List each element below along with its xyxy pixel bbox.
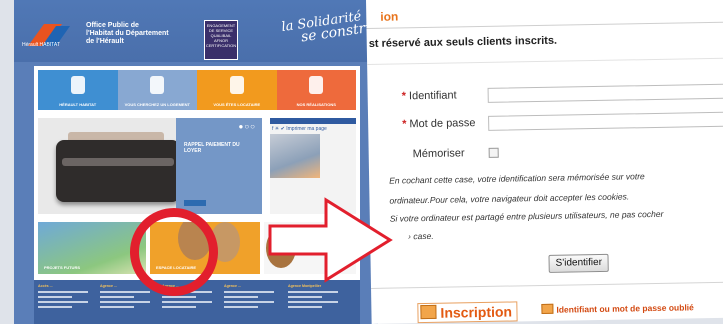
carousel-dots[interactable]: ●○○ bbox=[239, 122, 257, 131]
panel-title: ion bbox=[380, 9, 399, 24]
side-text bbox=[322, 136, 354, 176]
nav-item-locataire[interactable]: VOUS ÊTES LOCATAIRE bbox=[197, 70, 277, 110]
key-icon bbox=[229, 76, 244, 94]
promo-button[interactable] bbox=[184, 200, 206, 206]
register-icon bbox=[420, 304, 437, 320]
logo-text: Hérault HABITAT bbox=[22, 42, 60, 48]
arrow-right-icon bbox=[268, 197, 393, 283]
nav-label: VOUS CHERCHEZ UN LOGEMENT bbox=[124, 102, 190, 107]
nav-item-logement[interactable]: VOUS CHERCHEZ UN LOGEMENT bbox=[117, 70, 197, 110]
site-nav: HÉRAULT HABITAT VOUS CHERCHEZ UN LOGEMEN… bbox=[38, 70, 356, 110]
badge-line: AFNOR CERTIFICATION bbox=[205, 38, 237, 48]
username-label: Identifiant bbox=[408, 89, 457, 103]
nav-label: HÉRAULT HABITAT bbox=[59, 102, 97, 107]
promo-title: RAPPEL PAIEMENT DU LOYER bbox=[184, 142, 240, 154]
org-line: de l'Hérault bbox=[86, 38, 124, 45]
org-name: Office Public de l'Habitat du Départemen… bbox=[86, 22, 186, 46]
remember-label: Mémoriser bbox=[412, 147, 465, 161]
help-text: › case. bbox=[408, 230, 434, 242]
side-bar bbox=[270, 118, 356, 124]
building-icon bbox=[309, 76, 324, 94]
people-icon bbox=[70, 76, 85, 94]
login-button[interactable]: S'identifier bbox=[548, 253, 610, 273]
required-mark: * bbox=[402, 118, 407, 131]
help-text: En cochant cette case, votre identificat… bbox=[389, 171, 645, 186]
divider bbox=[371, 281, 723, 289]
nav-item-realisations[interactable]: NOS RÉALISATIONS bbox=[276, 70, 356, 110]
register-link[interactable]: Inscription bbox=[417, 301, 518, 324]
login-panel: ion st réservé aux seuls clients inscrit… bbox=[366, 0, 723, 324]
password-input[interactable] bbox=[488, 111, 723, 131]
promo-panel[interactable]: ●○○ RAPPEL PAIEMENT DU LOYER bbox=[176, 118, 262, 214]
required-mark: * bbox=[401, 90, 407, 103]
divider bbox=[366, 21, 723, 29]
forgot-label: Identifiant ou mot de passe oublié bbox=[556, 302, 694, 315]
tile-label: PROJETS FUTURS bbox=[44, 265, 81, 270]
social-bar[interactable]: f ☀ ✔ Imprimer ma page bbox=[272, 126, 327, 132]
building-photo bbox=[270, 134, 320, 178]
nav-item-herault-habitat[interactable]: HÉRAULT HABITAT bbox=[38, 70, 118, 110]
house-icon bbox=[150, 76, 165, 94]
org-line: l'Habitat du Département bbox=[86, 30, 169, 37]
footer-heading: Accès ... bbox=[38, 284, 53, 288]
org-line: Office Public de bbox=[86, 22, 139, 29]
forgot-password-link[interactable]: Identifiant ou mot de passe oublié bbox=[541, 301, 694, 315]
nav-label: VOUS ÊTES LOCATAIRE bbox=[213, 102, 261, 107]
register-label: Inscription bbox=[440, 303, 513, 321]
username-input[interactable] bbox=[487, 83, 723, 103]
intro-text: st réservé aux seuls clients inscrits. bbox=[368, 34, 558, 50]
help-text: Si votre ordinateur est partagé entre pl… bbox=[389, 208, 664, 224]
help-text: ordinateur.Pour cela, votre navigateur d… bbox=[389, 191, 630, 206]
divider bbox=[367, 57, 723, 65]
highlight-circle bbox=[130, 208, 218, 296]
wallet-image bbox=[38, 118, 198, 214]
password-row: * Mot de passe bbox=[402, 117, 476, 130]
qualibail-badge: ENGAGEMENT DE SERVICE QUALIBAIL AFNOR CE… bbox=[204, 20, 238, 60]
footer-column: Agence ... bbox=[100, 284, 156, 322]
password-label: Mot de passe bbox=[409, 117, 476, 131]
key-icon bbox=[541, 303, 554, 314]
remember-checkbox[interactable] bbox=[488, 147, 499, 158]
username-row: * Identifiant bbox=[402, 89, 457, 102]
footer-column: Accès ... bbox=[38, 284, 94, 322]
nav-label: NOS RÉALISATIONS bbox=[296, 102, 336, 107]
